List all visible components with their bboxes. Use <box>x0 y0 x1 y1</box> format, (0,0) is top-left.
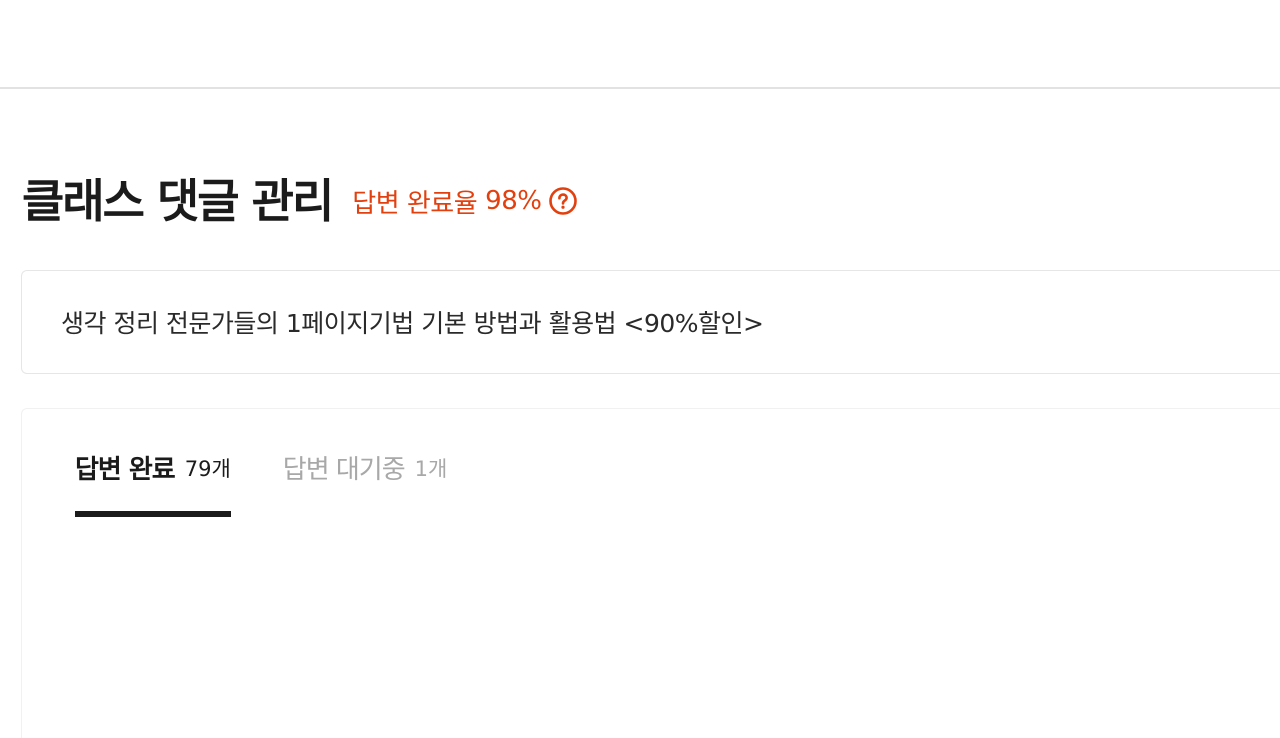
answer-rate-label: 답변 완료율 <box>352 188 478 219</box>
title-row: 클래스 댓글 관리 답변 완료율 98% <box>22 166 578 230</box>
tab-pending-count: 1개 <box>414 457 448 481</box>
top-navigation-bar <box>0 0 1280 89</box>
page-title: 클래스 댓글 관리 <box>22 174 334 228</box>
question-circle-icon[interactable] <box>549 187 578 215</box>
comments-panel: 답변 완료 79개 답변 대기중 1개 <box>21 408 1280 738</box>
tab-answered[interactable]: 답변 완료 79개 <box>75 439 231 517</box>
tab-answered-count: 79개 <box>184 457 231 481</box>
class-name: 생각 정리 전문가들의 1페이지기법 기본 방법과 활용법 <90%할인> <box>61 309 764 338</box>
comment-status-tabs: 답변 완료 79개 답변 대기중 1개 <box>75 439 448 517</box>
tab-answered-label: 답변 완료 <box>75 455 176 485</box>
answer-rate: 답변 완료율 98% <box>352 177 578 220</box>
tab-pending[interactable]: 답변 대기중 1개 <box>283 439 448 515</box>
tab-pending-label: 답변 대기중 <box>282 455 406 485</box>
class-selector-card[interactable]: 생각 정리 전문가들의 1페이지기법 기본 방법과 활용법 <90%할인> <box>21 270 1280 374</box>
active-tab-indicator <box>75 511 231 517</box>
answer-rate-value: 98% <box>485 186 542 216</box>
